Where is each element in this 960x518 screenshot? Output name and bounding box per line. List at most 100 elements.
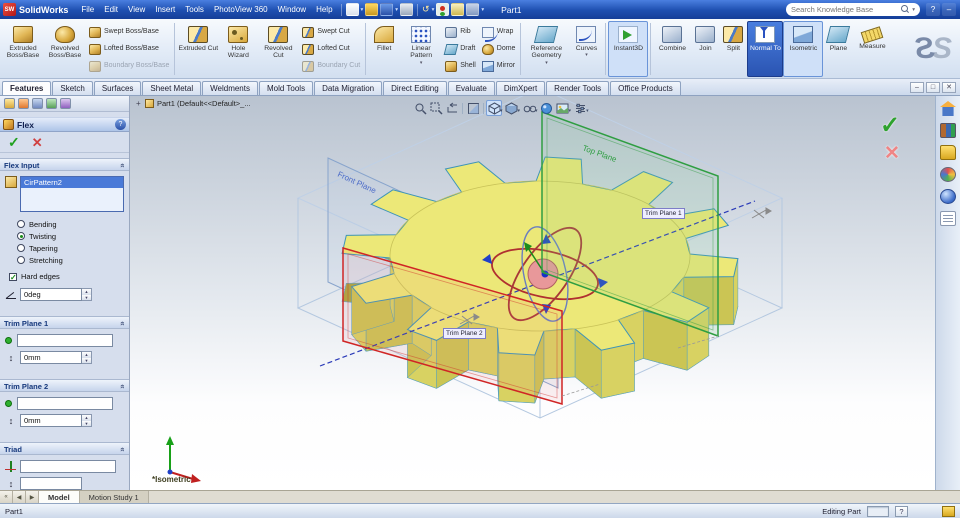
- view-settings-dropdown-icon[interactable]: ▾: [586, 108, 589, 114]
- command-tab[interactable]: Weldments: [202, 81, 258, 95]
- isometric-button[interactable]: Isometric: [783, 21, 824, 77]
- bending-radio-icon[interactable]: [17, 220, 25, 228]
- stretching-radio-icon[interactable]: [17, 256, 25, 264]
- trim-plane-1-tag[interactable]: Trim Plane 1: [642, 208, 685, 219]
- doc-restore-button[interactable]: □: [926, 82, 940, 93]
- trim1-reference-input[interactable]: [17, 334, 113, 347]
- measure-button[interactable]: Measure: [853, 21, 891, 77]
- boundary-boss-button[interactable]: Boundary Boss/Base: [86, 58, 172, 75]
- search-icon[interactable]: [901, 5, 910, 14]
- doc-close-button[interactable]: ✕: [942, 82, 956, 93]
- join-button[interactable]: Join: [691, 21, 719, 77]
- collapse-chevron-icon[interactable]: »: [117, 321, 127, 325]
- shell-button[interactable]: Shell: [442, 58, 479, 75]
- trim2-distance-input[interactable]: [20, 414, 82, 427]
- command-tab[interactable]: Render Tools: [546, 81, 610, 95]
- instant3d-button[interactable]: Instant3D: [608, 21, 649, 77]
- flex-input-header[interactable]: Flex Input »: [0, 158, 129, 171]
- triad-distance-input[interactable]: [20, 477, 82, 490]
- quick-tips-icon[interactable]: [942, 505, 955, 517]
- extruded-boss-button[interactable]: Extruded Boss/Base: [2, 21, 44, 77]
- options-icon[interactable]: [466, 3, 480, 16]
- dimxpert-manager-tab-icon[interactable]: [46, 98, 57, 109]
- menu-item[interactable]: PhotoView 360: [209, 0, 273, 19]
- menu-item[interactable]: View: [123, 0, 150, 19]
- trim2-reference-input[interactable]: [17, 397, 113, 410]
- angle-spinner[interactable]: ▲ ▼: [82, 288, 92, 301]
- swept-boss-button[interactable]: Swept Boss/Base: [86, 24, 172, 41]
- hide-show-dropdown-icon[interactable]: ▾: [535, 108, 538, 114]
- trim-plane-2-header[interactable]: Trim Plane 2 »: [0, 379, 129, 392]
- triad-header[interactable]: Triad »: [0, 442, 129, 455]
- dome-button[interactable]: Dome: [479, 41, 519, 58]
- command-tab[interactable]: Sheet Metal: [142, 81, 202, 95]
- new-document-icon[interactable]: [345, 3, 359, 16]
- solidworks-resources-icon[interactable]: [940, 101, 956, 116]
- save-icon[interactable]: [380, 3, 394, 16]
- hole-wizard-button[interactable]: Hole Wizard: [219, 21, 257, 77]
- spin-down-icon[interactable]: ▼: [82, 294, 91, 300]
- radio-stretching[interactable]: Stretching: [17, 254, 124, 266]
- collapse-chevron-icon[interactable]: »: [117, 447, 127, 451]
- linear-pattern-dropdown-icon[interactable]: ▾: [420, 60, 423, 66]
- tab-scroll-prev-icon[interactable]: ◀: [13, 491, 26, 503]
- spin-down-icon[interactable]: ▼: [82, 420, 91, 426]
- configuration-manager-tab-icon[interactable]: [32, 98, 43, 109]
- study-tab[interactable]: Motion Study 1: [79, 491, 149, 503]
- trim-plane-1-header[interactable]: Trim Plane 1 »: [0, 316, 129, 329]
- pm-help-icon[interactable]: ?: [115, 119, 126, 130]
- wrap-button[interactable]: Wrap: [479, 24, 519, 42]
- menu-item[interactable]: File: [76, 0, 99, 19]
- design-library-icon[interactable]: [940, 123, 956, 138]
- hard-edges-row[interactable]: ✓ Hard edges: [9, 272, 124, 281]
- reference-geometry-dropdown-icon[interactable]: ▾: [545, 60, 548, 66]
- appearances-icon[interactable]: [940, 189, 956, 204]
- command-tab[interactable]: Features: [2, 81, 52, 95]
- radio-twisting[interactable]: Twisting: [17, 230, 124, 242]
- file-properties-icon[interactable]: [451, 3, 465, 16]
- search-dropdown-icon[interactable]: ▾: [912, 7, 915, 13]
- triad-reference-input[interactable]: [20, 460, 116, 473]
- rib-button[interactable]: Rib: [442, 24, 479, 41]
- command-tab[interactable]: Data Migration: [314, 81, 383, 95]
- command-tab[interactable]: Mold Tools: [258, 81, 314, 95]
- trim1-spinner[interactable]: ▲ ▼: [82, 351, 92, 364]
- view-orientation-dropdown-icon[interactable]: ▾: [500, 108, 503, 114]
- linear-pattern-button[interactable]: Linear Pattern ▾: [400, 21, 442, 77]
- options-dropdown-icon[interactable]: ▾: [481, 7, 484, 13]
- spin-down-icon[interactable]: ▼: [82, 357, 91, 363]
- custom-properties-icon[interactable]: [940, 211, 956, 226]
- collapse-chevron-icon[interactable]: »: [117, 163, 127, 167]
- menu-item[interactable]: Tools: [180, 0, 209, 19]
- rebuild-icon[interactable]: [436, 3, 450, 16]
- new-dropdown-icon[interactable]: ▾: [361, 7, 364, 13]
- mirror-button[interactable]: Mirror: [479, 58, 519, 75]
- knowledge-base-search[interactable]: ▾: [786, 3, 920, 16]
- radio-tapering[interactable]: Tapering: [17, 242, 124, 254]
- swept-cut-button[interactable]: Swept Cut: [299, 24, 363, 41]
- menu-item[interactable]: Edit: [99, 0, 123, 19]
- trim2-spinner[interactable]: ▲ ▼: [82, 414, 92, 427]
- tab-scroll-first-icon[interactable]: «: [0, 491, 13, 503]
- fillet-button[interactable]: Fillet: [368, 21, 400, 77]
- study-tab[interactable]: Model: [39, 491, 80, 503]
- command-tab[interactable]: Surfaces: [93, 81, 142, 95]
- command-tab[interactable]: DimXpert: [495, 81, 546, 95]
- revolved-cut-button[interactable]: Revolved Cut: [257, 21, 299, 77]
- display-manager-tab-icon[interactable]: [60, 98, 71, 109]
- collapse-chevron-icon[interactable]: »: [117, 384, 127, 388]
- save-dropdown-icon[interactable]: ▾: [395, 7, 398, 13]
- extruded-cut-button[interactable]: Extruded Cut: [177, 21, 219, 77]
- undo-icon[interactable]: ↺: [422, 4, 430, 15]
- angle-input[interactable]: [20, 288, 82, 301]
- boundary-cut-button[interactable]: Boundary Cut: [299, 58, 363, 75]
- command-tab[interactable]: Sketch: [52, 81, 93, 95]
- combine-button[interactable]: Combine: [653, 21, 691, 77]
- normal-to-button[interactable]: Normal To: [747, 21, 784, 77]
- feature-manager-tab-icon[interactable]: [4, 98, 15, 109]
- reference-geometry-button[interactable]: Reference Geometry ▾: [523, 21, 569, 77]
- split-button[interactable]: Split: [719, 21, 747, 77]
- radio-bending[interactable]: Bending: [17, 218, 124, 230]
- curves-button[interactable]: Curves ▾: [569, 21, 603, 77]
- pm-cancel-icon[interactable]: ✕: [32, 136, 43, 149]
